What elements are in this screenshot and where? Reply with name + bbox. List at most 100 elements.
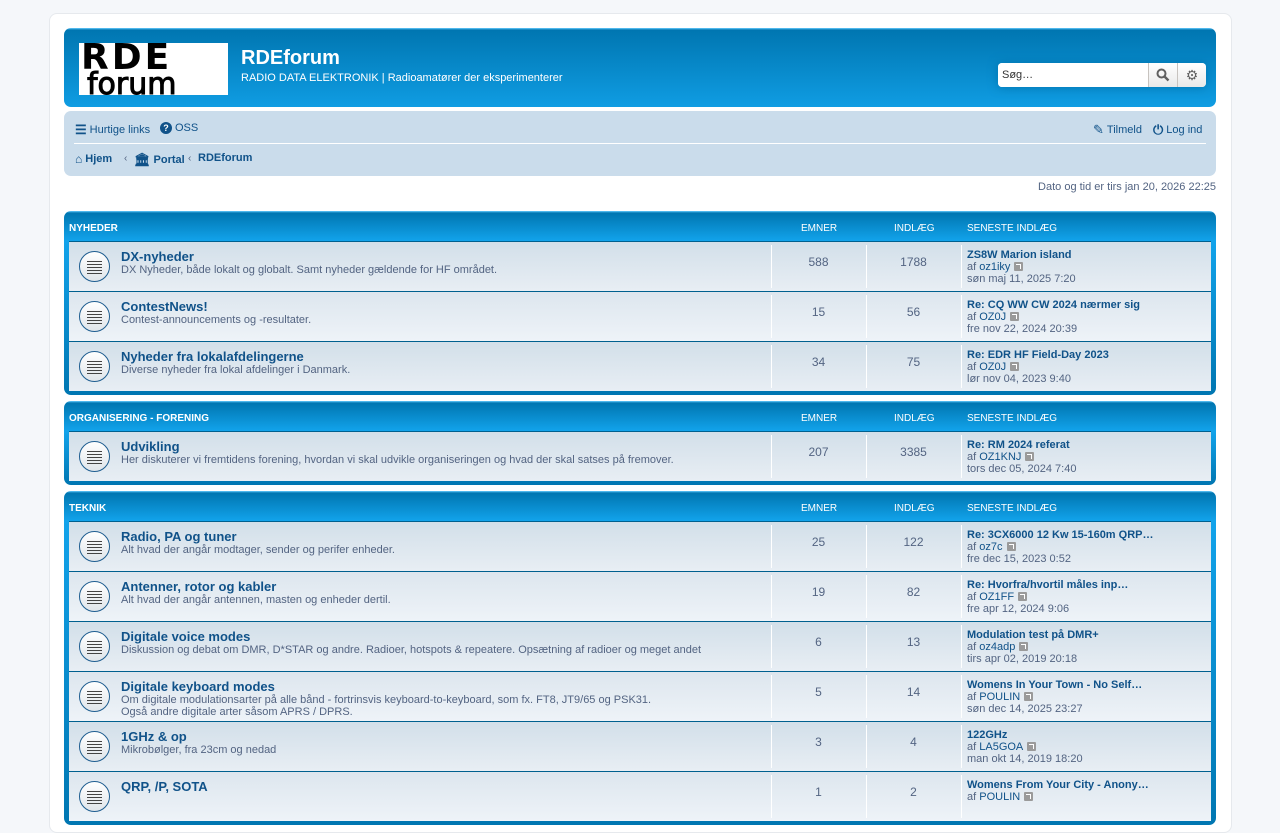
breadcrumb-portal[interactable]: 🏛 Portal	[134, 152, 185, 168]
quick-links-menu[interactable]: ☰ Hurtige links	[75, 122, 150, 138]
posts-count: 14	[906, 685, 921, 699]
last-post-title-link[interactable]: 122GHz	[967, 729, 1083, 741]
column-topics: EMNER	[801, 503, 838, 514]
forum-description: Diskussion og debat om DMR, D*STAR og an…	[121, 644, 702, 656]
login-link[interactable]: ⏻ Log ind	[1153, 122, 1202, 138]
view-latest-post-icon[interactable]	[1014, 262, 1024, 271]
breadcrumb-label: RDEforum	[198, 152, 253, 164]
last-post: Womens In Your Town - No Self… af POULIN…	[967, 679, 1142, 715]
column-divider	[961, 575, 962, 618]
last-post: Re: CQ WW CW 2024 nærmer sig af OZ0J fre…	[967, 299, 1140, 335]
register-link[interactable]: ✎ Tilmeld	[1093, 122, 1142, 138]
last-post-author-link[interactable]: oz7c	[979, 541, 1002, 553]
question-icon: ?	[160, 122, 172, 134]
forum-title-link[interactable]: Digitale voice modes	[121, 629, 250, 644]
by-label: af	[967, 541, 977, 553]
forum-title-link[interactable]: Radio, PA og tuner	[121, 529, 237, 544]
site-title: RDEforum	[241, 47, 340, 69]
breadcrumb-rdeforum[interactable]: RDEforum	[198, 152, 252, 164]
last-post-title-link[interactable]: Re: EDR HF Field-Day 2023	[967, 349, 1109, 361]
topics-count: 25	[811, 535, 826, 549]
view-latest-post-icon[interactable]	[1019, 642, 1029, 651]
forum-read-icon	[79, 351, 110, 382]
last-post-author-link[interactable]: POULIN	[979, 691, 1020, 703]
view-latest-post-icon[interactable]	[1024, 692, 1034, 701]
by-label: af	[967, 591, 977, 603]
search-input[interactable]	[998, 63, 1148, 87]
current-datetime: Dato og tid er tirs jan 20, 2026 22:25	[1038, 181, 1216, 193]
category-title[interactable]: ORGANISERING - FORENING	[69, 413, 209, 424]
view-latest-post-icon[interactable]	[1010, 312, 1020, 321]
forum-row: Digitale keyboard modes Om digitale modu…	[69, 671, 1211, 721]
topics-count: 34	[811, 355, 826, 369]
last-post-title-link[interactable]: Re: RM 2024 referat	[967, 439, 1076, 451]
forum-title-link[interactable]: Antenner, rotor og kabler	[121, 579, 276, 594]
last-post-title-link[interactable]: Womens In Your Town - No Self…	[967, 679, 1142, 691]
register-label: Tilmeld	[1106, 124, 1142, 136]
forum-title-link[interactable]: QRP, /P, SOTA	[121, 779, 208, 794]
forum-row: 1GHz & op Mikrobølger, fra 23cm og nedad…	[69, 721, 1211, 771]
last-post-author-link[interactable]: POULIN	[979, 791, 1020, 803]
column-divider	[961, 245, 962, 288]
column-divider	[961, 345, 962, 388]
forum-description: Alt hvad der angår antennen, masten og e…	[121, 594, 391, 606]
last-post-time: søn maj 11, 2025 7:20	[967, 273, 1076, 285]
topics-count: 6	[815, 635, 822, 649]
advanced-search-button[interactable]: ⚙	[1177, 63, 1206, 87]
forum-description: Om digitale modulationsarter på alle bån…	[121, 694, 652, 706]
last-post-title-link[interactable]: Re: CQ WW CW 2024 nærmer sig	[967, 299, 1140, 311]
breadcrumb-label: Portal	[153, 154, 185, 166]
by-label: af	[967, 361, 977, 373]
last-post-author-link[interactable]: OZ0J	[979, 311, 1006, 323]
last-post-author-link[interactable]: OZ0J	[979, 361, 1006, 373]
last-post-author-link[interactable]: LA5GOA	[979, 741, 1023, 753]
breadcrumb-home[interactable]: ⌂ Hjem	[75, 152, 112, 166]
forum-description: Også andre digitale arter såsom APRS / D…	[121, 706, 353, 718]
view-latest-post-icon[interactable]	[1027, 742, 1037, 751]
forum-title-link[interactable]: Nyheder fra lokalafdelingerne	[121, 349, 304, 364]
search-button[interactable]	[1148, 63, 1177, 87]
view-latest-post-icon[interactable]	[1010, 362, 1020, 371]
last-post-title-link[interactable]: Re: Hvorfra/hvortil måles inp…	[967, 579, 1128, 591]
site-logo[interactable]: RDE forum	[79, 43, 228, 95]
by-label: af	[967, 741, 977, 753]
forum-title-link[interactable]: Udvikling	[121, 439, 180, 454]
last-post-title-link[interactable]: ZS8W Marion island	[967, 249, 1076, 261]
last-post-author-link[interactable]: oz4adp	[979, 641, 1015, 653]
posts-count: 13	[906, 635, 921, 649]
column-last-post: SENESTE INDLÆG	[967, 413, 1058, 424]
last-post-author-link[interactable]: OZ1FF	[979, 591, 1014, 603]
faq-link[interactable]: ? OSS	[160, 122, 198, 134]
column-divider	[961, 675, 962, 718]
last-post-author-link[interactable]: OZ1KNJ	[979, 451, 1021, 463]
forum-title-link[interactable]: DX-nyheder	[121, 249, 194, 264]
search-icon	[1156, 68, 1170, 82]
last-post-time: fre apr 12, 2024 9:06	[967, 603, 1070, 615]
view-latest-post-icon[interactable]	[1025, 452, 1035, 461]
forum-title-link[interactable]: ContestNews!	[121, 299, 208, 314]
view-latest-post-icon[interactable]	[1006, 542, 1016, 551]
by-label: af	[967, 311, 977, 323]
category-title[interactable]: NYHEDER	[69, 223, 118, 234]
breadcrumb-separator: ‹	[124, 153, 128, 164]
category-block: NYHEDER EMNER INDLÆG SENESTE INDLÆG DX-n…	[64, 211, 1216, 395]
forum-row: Nyheder fra lokalafdelingerne Diverse ny…	[69, 341, 1211, 391]
forum-read-icon	[79, 681, 110, 712]
category-block: ORGANISERING - FORENING EMNER INDLÆG SEN…	[64, 401, 1216, 485]
login-label: Log ind	[1166, 124, 1203, 136]
forum-title-link[interactable]: Digitale keyboard modes	[121, 679, 275, 694]
forum-row: ContestNews! Contest-announcements og -r…	[69, 291, 1211, 341]
last-post-author-link[interactable]: oz1iky	[979, 261, 1010, 273]
last-post: 122GHz af LA5GOA man okt 14, 2019 18:20	[967, 729, 1083, 765]
last-post-title-link[interactable]: Modulation test på DMR+	[967, 629, 1099, 641]
last-post-title-link[interactable]: Re: 3CX6000 12 Kw 15-160m QRP…	[967, 529, 1153, 541]
view-latest-post-icon[interactable]	[1018, 592, 1028, 601]
forum-title-link[interactable]: 1GHz & op	[121, 729, 187, 744]
forum-read-icon	[79, 731, 110, 762]
category-title[interactable]: TEKNIK	[69, 503, 106, 514]
last-post-title-link[interactable]: Womens From Your City - Anony…	[967, 779, 1149, 791]
posts-count: 82	[906, 585, 921, 599]
forum-description: Contest-announcements og -resultater.	[121, 314, 312, 326]
category-header: ORGANISERING - FORENING EMNER INDLÆG SEN…	[69, 401, 1211, 431]
forum-description: Her diskuterer vi fremtidens forening, h…	[121, 454, 674, 466]
